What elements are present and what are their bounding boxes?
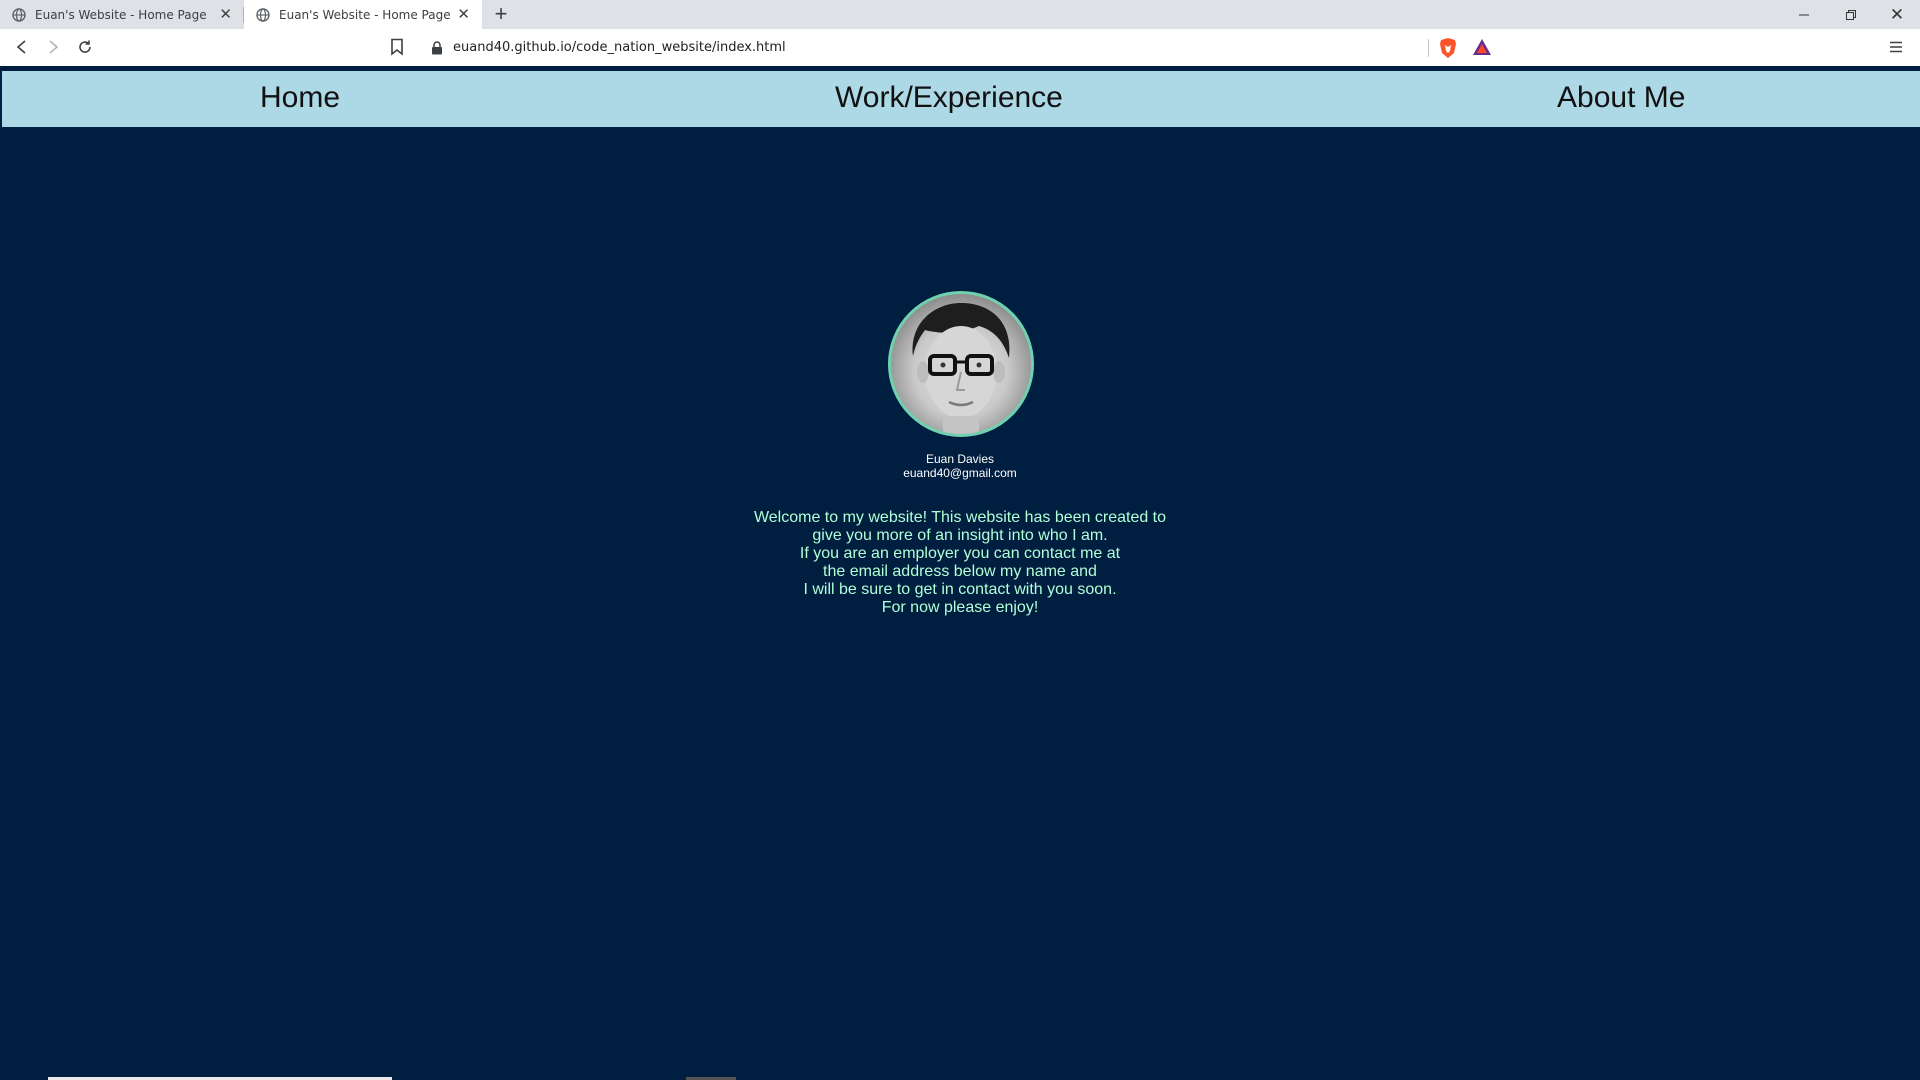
- browser-tab[interactable]: Euan's Website - Home Page ✕: [0, 0, 244, 29]
- site-navigation: Home Work/Experience About Me: [2, 71, 1920, 127]
- bookmark-icon[interactable]: [389, 38, 405, 56]
- welcome-line: I will be sure to get in contact with yo…: [803, 581, 1117, 598]
- toolbar-border: [0, 66, 1920, 70]
- back-arrow-icon[interactable]: [12, 37, 32, 57]
- profile-email: euand40@gmail.com: [903, 466, 1017, 480]
- nav-link-about-me[interactable]: About Me: [1557, 81, 1685, 115]
- profile-photo: [888, 291, 1034, 437]
- welcome-line: Welcome to my website! This website has …: [753, 509, 1167, 526]
- nav-link-home[interactable]: Home: [260, 81, 340, 115]
- brave-rewards-icon[interactable]: [1472, 38, 1492, 56]
- window-close-icon[interactable]: ✕: [1874, 0, 1920, 29]
- lock-icon: [432, 40, 442, 54]
- welcome-line: the email address below my name and: [823, 563, 1097, 580]
- new-tab-icon[interactable]: +: [490, 3, 512, 25]
- toolbar-divider: [1428, 39, 1429, 57]
- welcome-line: If you are an employer you can contact m…: [799, 545, 1121, 562]
- welcome-line: For now please enjoy!: [881, 599, 1039, 616]
- browser-tab-active[interactable]: Euan's Website - Home Page ✕: [244, 0, 482, 29]
- tab-close-icon[interactable]: ✕: [457, 7, 470, 22]
- url-text: euand40.github.io/code_nation_website/in…: [453, 40, 786, 55]
- nav-link-work-experience[interactable]: Work/Experience: [835, 81, 1063, 115]
- tab-title: Euan's Website - Home Page: [279, 7, 451, 22]
- reload-icon[interactable]: [75, 37, 95, 57]
- welcome-message: Welcome to my website! This website has …: [0, 509, 1920, 617]
- portrait-image: [912, 302, 1010, 434]
- page-main: Euan Davies euand40@gmail.com Welcome to…: [0, 127, 1920, 1080]
- hamburger-menu-icon[interactable]: [1888, 39, 1904, 55]
- tab-strip: Euan's Website - Home Page ✕ Euan's Webs…: [0, 0, 1920, 29]
- forward-arrow-icon[interactable]: [43, 37, 63, 57]
- globe-icon: [12, 7, 26, 22]
- brave-shield-icon[interactable]: [1438, 37, 1458, 59]
- profile-name: Euan Davies: [925, 452, 995, 466]
- minimize-icon[interactable]: [1781, 0, 1827, 29]
- welcome-line: give you more of an insight into who I a…: [812, 527, 1108, 544]
- tab-title: Euan's Website - Home Page: [35, 7, 207, 22]
- tab-close-icon[interactable]: ✕: [219, 7, 232, 22]
- restore-icon[interactable]: [1828, 0, 1874, 29]
- address-bar[interactable]: euand40.github.io/code_nation_website/in…: [421, 33, 1500, 62]
- browser-toolbar: euand40.github.io/code_nation_website/in…: [0, 29, 1920, 66]
- globe-icon: [256, 7, 270, 22]
